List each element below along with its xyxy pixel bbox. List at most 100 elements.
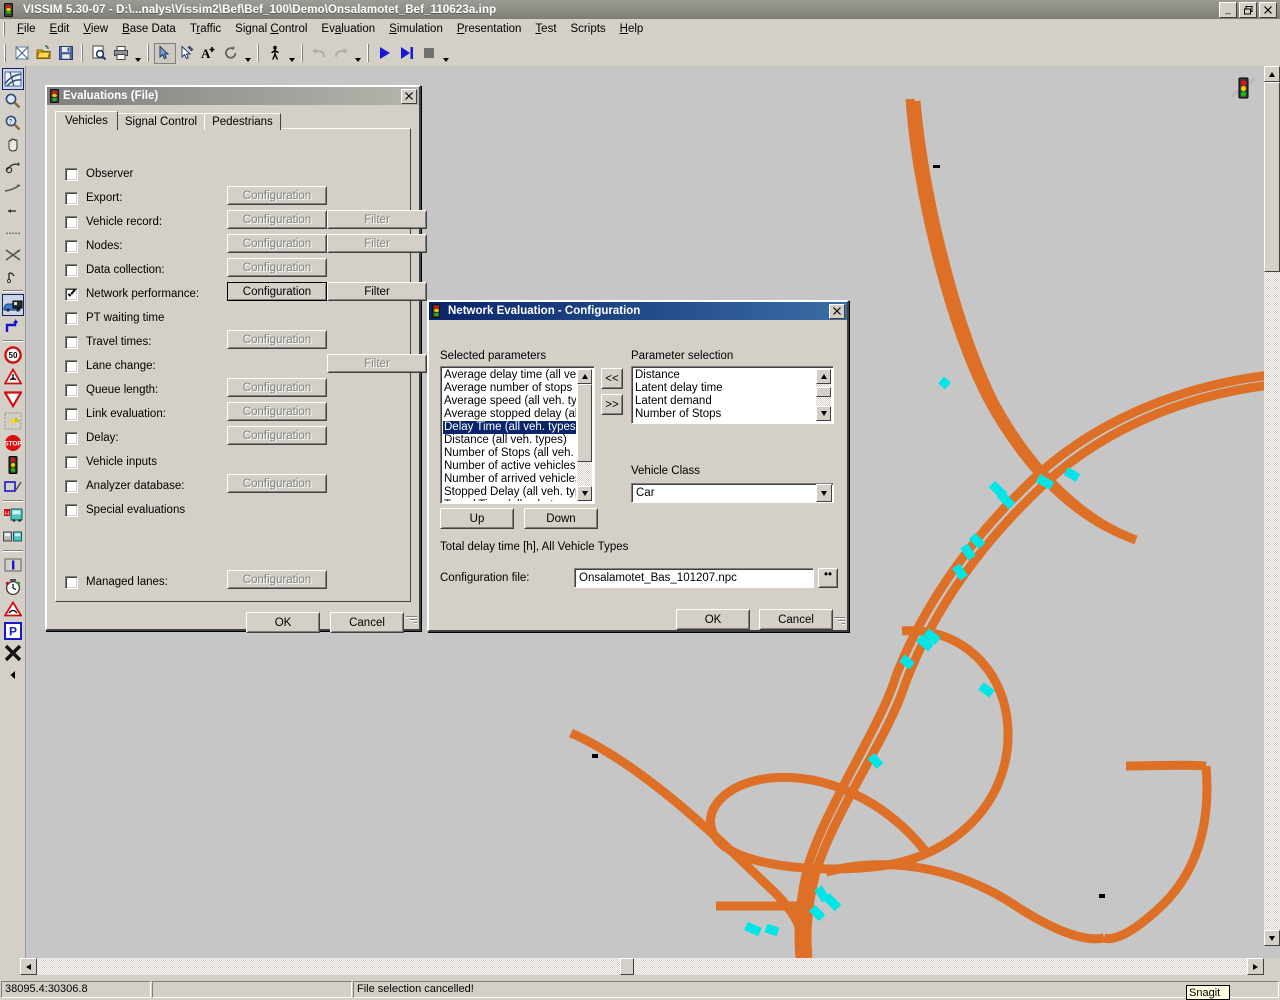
scroll-up-button[interactable] <box>1264 66 1280 82</box>
move-up-button[interactable]: Up <box>440 508 514 529</box>
network-eval-close-button[interactable] <box>829 303 845 319</box>
network-performance-configuration-button[interactable]: Configuration <box>227 282 327 301</box>
canvas-vertical-scrollbar[interactable] <box>1264 66 1280 946</box>
network-eval-cancel-button[interactable]: Cancel <box>759 609 833 630</box>
pt-stop-icon[interactable]: H <box>2 504 24 526</box>
scroll-down-button[interactable] <box>1264 930 1280 946</box>
simulation-stop-icon[interactable] <box>418 43 440 64</box>
speed-limit-50-icon[interactable]: 50 <box>2 344 24 366</box>
selected-parameters-listbox[interactable]: Average delay time (all veh. Average num… <box>440 366 595 504</box>
canvas-horizontal-scrollbar[interactable] <box>20 958 1264 975</box>
menu-presentation[interactable]: Presentation <box>450 21 529 37</box>
scroll-down-button[interactable] <box>816 406 831 421</box>
tab-pedestrians[interactable]: Pedestrians <box>204 113 281 130</box>
browse-configuration-file-button[interactable]: •• <box>818 568 838 588</box>
menu-view[interactable]: View <box>76 21 115 37</box>
travel-times-configuration-button[interactable]: Configuration <box>227 330 327 349</box>
print-preview-icon[interactable] <box>88 43 110 64</box>
evaluations-ok-button[interactable]: OK <box>246 612 320 633</box>
undo-icon[interactable] <box>308 43 330 64</box>
network-editor-icon[interactable] <box>1 68 24 90</box>
redo-icon[interactable] <box>330 43 352 64</box>
pedestrian-dropdown-icon[interactable] <box>286 41 297 66</box>
menu-test[interactable]: Test <box>528 21 563 37</box>
menu-base-data[interactable]: Base Data <box>115 21 183 37</box>
travel-time-section-icon[interactable] <box>2 576 24 598</box>
checkbox-pt-waiting-time[interactable] <box>65 311 78 325</box>
evaluations-cancel-button[interactable]: Cancel <box>330 612 404 633</box>
minimize-button[interactable]: _ <box>1219 2 1237 18</box>
list-item[interactable]: Delay Time (all veh. types) <box>443 421 576 434</box>
chevron-down-icon[interactable] <box>816 484 832 502</box>
nodes-configuration-button[interactable]: Configuration <box>227 234 327 253</box>
routing-decision-icon[interactable] <box>2 316 24 338</box>
network-eval-resize-grip[interactable] <box>833 614 845 626</box>
checkbox-queue-length[interactable] <box>65 383 78 397</box>
print-dropdown-icon[interactable] <box>132 41 143 66</box>
vehicle-record-filter-button[interactable]: Filter <box>327 210 427 229</box>
yield-sign-icon[interactable] <box>2 388 24 410</box>
parameter-selection-scroll-thumb[interactable] <box>816 387 831 397</box>
hscroll-thumb[interactable] <box>620 958 634 975</box>
increase-text-size-icon[interactable]: A <box>198 43 220 64</box>
menu-grip[interactable] <box>3 22 6 36</box>
network-eval-ok-button[interactable]: OK <box>676 609 750 630</box>
list-item[interactable]: Number of Stops (all veh. typ <box>443 447 576 460</box>
evaluations-dialog-close-button[interactable] <box>401 88 417 104</box>
queue-counter-icon[interactable] <box>2 598 24 620</box>
close-button[interactable] <box>1259 2 1277 18</box>
list-item[interactable]: Number of Stops <box>634 408 815 421</box>
vehicle-class-combobox[interactable]: Car <box>631 483 834 503</box>
edit-network-icon[interactable] <box>176 43 198 64</box>
move-down-button[interactable]: Down <box>524 508 598 529</box>
pt-line-icon[interactable] <box>2 526 24 548</box>
checkbox-delay[interactable] <box>65 431 78 445</box>
export-configuration-button[interactable]: Configuration <box>227 186 327 205</box>
checkbox-travel-times[interactable] <box>65 335 78 349</box>
menu-traffic[interactable]: Traffic <box>183 21 228 37</box>
checkbox-analyzer-database[interactable] <box>65 479 78 493</box>
tab-vehicles[interactable]: Vehicles <box>55 111 118 130</box>
simulation-single-step-icon[interactable] <box>396 43 418 64</box>
scroll-up-button[interactable] <box>577 369 592 384</box>
checkbox-data-collection[interactable] <box>65 263 78 277</box>
list-item[interactable]: Number of arrived vehicles (a <box>443 473 576 486</box>
list-item[interactable]: Distance <box>634 369 815 382</box>
list-item[interactable]: Stopped Delay (all veh. types <box>443 486 576 499</box>
nodes-filter-button[interactable]: Filter <box>327 234 427 253</box>
parameter-selection-scrollbar[interactable] <box>816 369 831 421</box>
configuration-file-input[interactable]: Onsalamotet_Bas_101207.npc <box>574 568 814 588</box>
data-collection-configuration-button[interactable]: Configuration <box>227 258 327 277</box>
checkbox-nodes[interactable] <box>65 239 78 253</box>
link-evaluation-configuration-button[interactable]: Configuration <box>227 402 327 421</box>
open-file-icon[interactable] <box>33 43 55 64</box>
checkbox-observer[interactable] <box>65 167 78 181</box>
zoom-query-icon[interactable]: ? <box>2 112 24 134</box>
stop-sign-icon[interactable]: STOP <box>2 432 24 454</box>
vehicle-route-icon[interactable] <box>1 294 24 316</box>
simulation-dropdown-icon[interactable] <box>440 41 451 66</box>
zoom-icon[interactable] <box>2 90 24 112</box>
vehicle-record-configuration-button[interactable]: Configuration <box>227 210 327 229</box>
list-item[interactable]: Average number of stops (all <box>443 382 576 395</box>
list-item[interactable]: Latent delay time <box>634 382 815 395</box>
menu-simulation[interactable]: Simulation <box>382 21 450 37</box>
list-item[interactable]: Average stopped delay (all v <box>443 408 576 421</box>
conflict-area-icon[interactable] <box>2 244 24 266</box>
link-icon[interactable] <box>2 178 24 200</box>
list-item[interactable]: Average speed (all veh. type <box>443 395 576 408</box>
data-collection-point-icon[interactable] <box>2 554 24 576</box>
selected-parameters-scrollbar[interactable] <box>577 369 592 501</box>
menu-file[interactable]: FFileile <box>10 21 43 37</box>
managed-lanes-configuration-button[interactable]: Configuration <box>227 570 327 589</box>
lane-change-filter-button[interactable]: Filter <box>327 354 427 373</box>
checkbox-network-performance[interactable] <box>65 287 78 301</box>
queue-length-configuration-button[interactable]: Configuration <box>227 378 327 397</box>
print-icon[interactable] <box>110 43 132 64</box>
list-item[interactable]: Travel Time (all veh. types) <box>443 499 576 501</box>
reduced-speed-area-icon[interactable] <box>2 222 24 244</box>
menu-signal-control[interactable]: Signal Control <box>228 21 314 37</box>
list-item[interactable]: Distance (all veh. types) <box>443 434 576 447</box>
refresh-icon[interactable] <box>220 43 242 64</box>
list-item[interactable]: Average delay time (all veh. <box>443 369 576 382</box>
